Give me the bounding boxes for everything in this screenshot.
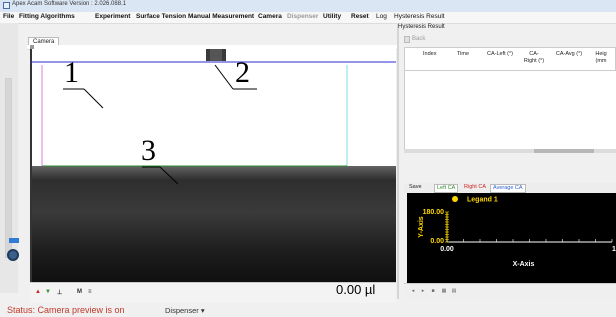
annotation-3: 3 bbox=[141, 134, 156, 167]
annotation-2: 2 bbox=[235, 56, 250, 89]
x-tick-label-max: 100.0 bbox=[612, 246, 616, 253]
back-button[interactable]: Back bbox=[412, 36, 425, 42]
title-bar: Apex Acam Software Version : 2.026.088.1 bbox=[0, 0, 616, 12]
move-down-button[interactable]: ▼ bbox=[45, 289, 51, 295]
menu-hysteresis-result[interactable]: Hysteresis Result bbox=[394, 13, 445, 20]
x-axis-label: X-Axis bbox=[513, 261, 535, 268]
menu-lines-button[interactable]: ≡ bbox=[88, 289, 92, 295]
panel-divider[interactable] bbox=[397, 24, 399, 299]
menu-camera[interactable]: Camera bbox=[258, 13, 282, 20]
table-icon[interactable]: ▤ bbox=[451, 288, 457, 294]
col-ca-left[interactable]: CA-Left (°) bbox=[485, 51, 515, 58]
menu-file[interactable]: File bbox=[3, 13, 14, 20]
contact-angle-chart: 180.00 0.000.00 100.0 X-Axis Y-Axis Legand 1 bbox=[407, 193, 616, 283]
menu-experiment[interactable]: Experiment bbox=[95, 13, 130, 20]
menu-fitting-algorithms[interactable]: Fitting Algorithms bbox=[19, 13, 75, 20]
col-time[interactable]: Time bbox=[457, 51, 469, 58]
window-title: Apex Acam Software Version : 2.026.088.1 bbox=[12, 1, 127, 7]
chart-footer: ◂ ▸ ■ ▦ ▤ bbox=[404, 283, 616, 298]
col-ca-right[interactable]: CA-Right (°) bbox=[523, 51, 545, 65]
side-knob-icon[interactable] bbox=[7, 249, 19, 261]
back-arrow-icon[interactable] bbox=[404, 36, 410, 43]
results-hscrollbar[interactable] bbox=[404, 149, 616, 153]
prev-icon[interactable]: ◂ bbox=[410, 288, 416, 294]
x-tick-label-min: 0.00 bbox=[440, 246, 454, 253]
results-table-header: Index Time CA-Left (°) CA-Right (°) CA-A… bbox=[404, 47, 616, 71]
needle-tip bbox=[210, 49, 222, 61]
dispenser-dropdown[interactable]: Dispenser ▾ bbox=[165, 306, 205, 315]
y-tick-label-max: 180.00 bbox=[423, 209, 445, 216]
results-table-body[interactable] bbox=[404, 71, 616, 149]
chart-toolbar: Save Left CA Right CA Average CA bbox=[404, 183, 616, 193]
menu-bar: File Fitting Algorithms Experiment Surfa… bbox=[0, 12, 616, 24]
chart-svg: 180.00 0.000.00 100.0 X-Axis Y-Axis Legand 1 bbox=[418, 196, 616, 268]
strip-scrollbar[interactable] bbox=[5, 78, 12, 258]
col-index[interactable]: Index bbox=[423, 51, 436, 58]
y-tick-label-min: 0.00 bbox=[430, 238, 444, 245]
baseline-button[interactable]: ⊥ bbox=[57, 289, 62, 296]
camera-preview: 1 2 3 bbox=[30, 49, 396, 282]
menu-surface-tension[interactable]: Surface Tension bbox=[136, 13, 186, 20]
menu-dispenser[interactable]: Dispenser bbox=[287, 13, 318, 20]
menu-reset[interactable]: Reset bbox=[351, 13, 369, 20]
annotation-1: 1 bbox=[64, 56, 79, 89]
y-axis-label: Y-Axis bbox=[418, 216, 425, 238]
status-text: Status: Camera preview is on bbox=[7, 305, 125, 315]
average-ca-button[interactable]: Average CA bbox=[490, 184, 526, 193]
app-icon bbox=[3, 2, 10, 9]
save-button[interactable]: Save bbox=[407, 184, 424, 191]
measure-button[interactable]: M bbox=[77, 289, 82, 295]
move-up-button[interactable]: ▲ bbox=[35, 289, 41, 295]
right-ca-button[interactable]: Right CA bbox=[462, 184, 488, 191]
menu-log[interactable]: Log bbox=[376, 13, 387, 20]
col-height[interactable]: Heig (mm bbox=[591, 51, 611, 65]
menu-manual-measurement[interactable]: Manual Measurement bbox=[188, 13, 254, 20]
annotation-1-leader bbox=[83, 88, 104, 109]
next-icon[interactable]: ▸ bbox=[420, 288, 426, 294]
annotation-3-leader bbox=[159, 166, 179, 185]
stop-icon[interactable]: ■ bbox=[430, 288, 436, 294]
legend-label: Legand 1 bbox=[467, 197, 498, 204]
col-ca-avg[interactable]: CA-Avg (°) bbox=[555, 51, 583, 58]
volume-readout: 0.00 µl bbox=[336, 282, 376, 297]
left-ca-button[interactable]: Left CA bbox=[434, 184, 459, 193]
side-panel-tab[interactable] bbox=[9, 238, 19, 243]
camera-overlay bbox=[30, 49, 396, 185]
grid-icon[interactable]: ▦ bbox=[441, 288, 447, 294]
annotation-2-leader bbox=[214, 64, 234, 90]
legend-marker bbox=[452, 196, 458, 202]
panel-title: Hysteresis Result bbox=[398, 24, 445, 30]
menu-utility[interactable]: Utility bbox=[323, 13, 341, 20]
